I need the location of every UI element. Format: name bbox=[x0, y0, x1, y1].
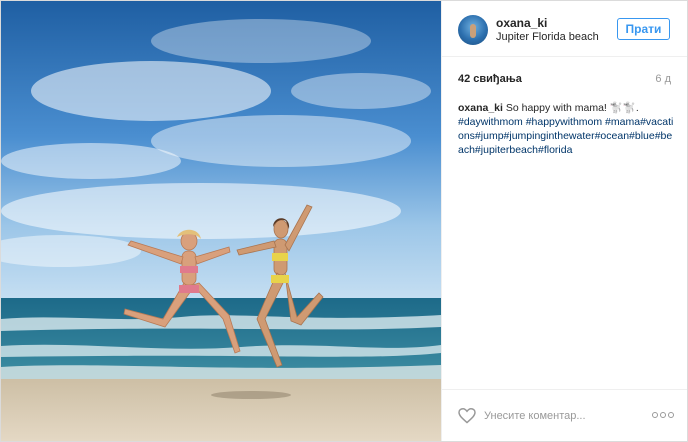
dot bbox=[652, 412, 658, 418]
post-meta: 42 свиђања 6 д bbox=[458, 73, 671, 87]
caption: oxana_ki So happy with mama! 🐩🐩. #daywit… bbox=[458, 101, 675, 157]
caption-text: So happy with mama! 🐩🐩. bbox=[502, 102, 639, 114]
comment-input[interactable] bbox=[484, 406, 644, 426]
post-photo[interactable] bbox=[1, 1, 441, 441]
dot bbox=[668, 412, 674, 418]
location-link[interactable]: Jupiter Florida beach bbox=[496, 31, 599, 43]
post-side-panel: oxana_ki Jupiter Florida beach Прати 42 … bbox=[441, 1, 687, 441]
avatar[interactable] bbox=[458, 15, 488, 45]
caption-hashtags[interactable]: #daywithmom #happywithmom #mama#vacation… bbox=[458, 116, 673, 156]
post-age[interactable]: 6 д bbox=[655, 73, 671, 85]
likes-count[interactable]: 42 свиђања bbox=[458, 73, 522, 85]
dot bbox=[660, 412, 666, 418]
beach-photo bbox=[1, 1, 441, 441]
username-link[interactable]: oxana_ki bbox=[496, 16, 547, 30]
more-options-icon[interactable] bbox=[652, 408, 674, 422]
post-footer bbox=[442, 389, 687, 441]
caption-author[interactable]: oxana_ki bbox=[458, 102, 503, 114]
post-header: oxana_ki Jupiter Florida beach Прати bbox=[442, 1, 687, 57]
follow-button[interactable]: Прати bbox=[617, 18, 670, 40]
heart-icon[interactable] bbox=[458, 408, 476, 424]
post-card: oxana_ki Jupiter Florida beach Прати 42 … bbox=[0, 0, 688, 442]
